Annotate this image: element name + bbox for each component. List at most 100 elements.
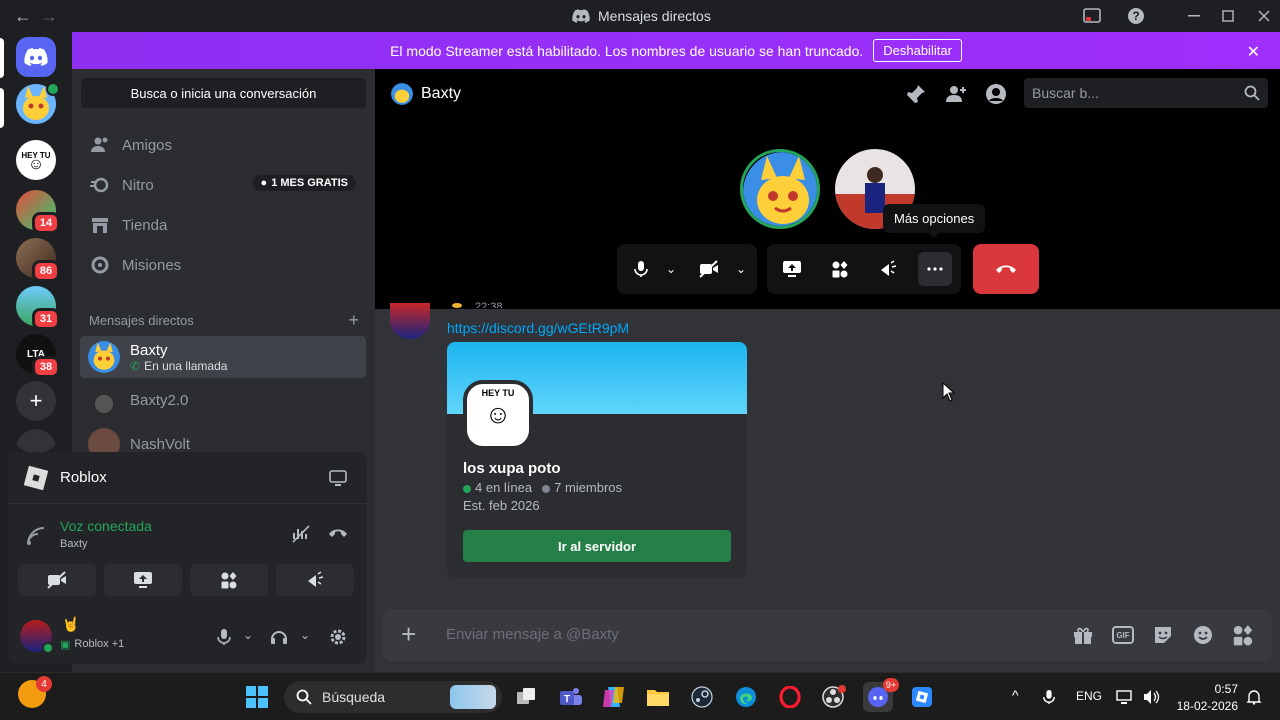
opera-app[interactable] [775, 682, 805, 712]
soundboard-button[interactable] [876, 257, 900, 281]
maximize-icon[interactable] [1214, 4, 1242, 28]
sticker-icon[interactable] [1152, 624, 1174, 646]
pin-icon[interactable] [905, 83, 927, 105]
user-profile-icon[interactable] [985, 83, 1007, 105]
explore-button[interactable] [16, 429, 56, 453]
server-hey-tu[interactable]: HEY TU ☺ [16, 140, 56, 180]
activities-icon [221, 572, 237, 589]
obs-icon [822, 685, 846, 708]
noise-suppression-icon [292, 525, 310, 543]
user-activity-text: Roblox +1 [74, 638, 125, 650]
nav-shop[interactable]: Tienda [80, 205, 366, 245]
close-banner-icon[interactable]: ✕ [1247, 42, 1260, 62]
home-button[interactable] [16, 37, 56, 77]
avatar [88, 384, 120, 416]
create-dm-icon[interactable]: + [348, 310, 359, 331]
shop-icon [92, 218, 108, 233]
soundboard-icon [881, 260, 897, 276]
teams-app[interactable]: T [556, 682, 586, 712]
weather-widget[interactable]: 4 [18, 676, 52, 708]
window-title: Mensajes directos [572, 8, 711, 24]
server-2[interactable]: 14 [16, 190, 60, 234]
avatar[interactable] [390, 303, 430, 339]
roblox-studio-app[interactable] [907, 682, 937, 712]
tray-overflow-chevron-icon[interactable]: ^ [1012, 687, 1019, 703]
forward-arrow-icon[interactable]: → [40, 6, 58, 27]
mic-camera-controls: ⌄ ⌄ [617, 244, 757, 294]
server-lta[interactable]: LTA 38 [16, 334, 60, 378]
user-activity: ▣ Roblox +1 [60, 638, 124, 651]
go-to-server-button[interactable]: Ir al servidor [463, 530, 731, 562]
dm-item-baxty2[interactable]: Baxty2.0 [80, 379, 366, 421]
microphone-button[interactable] [629, 257, 653, 281]
server-3[interactable]: 86 [16, 238, 60, 282]
more-options-button[interactable] [918, 252, 952, 286]
nitro-icon [90, 177, 109, 193]
start-button[interactable] [242, 682, 272, 712]
nav-friends[interactable]: Amigos [80, 125, 366, 165]
dm-status: ✆ En una llamada [130, 359, 227, 373]
server-icon: HEY TU ☺ [463, 380, 533, 450]
invite-server-name: los xupa poto [463, 460, 561, 477]
unread-badge: 31 [32, 308, 60, 330]
close-window-icon[interactable] [1250, 4, 1278, 28]
network-icon[interactable] [1116, 689, 1132, 705]
call-participant-baxty[interactable] [740, 149, 820, 229]
gamepad-icon: ▣ [60, 639, 71, 651]
taskbar-search[interactable]: Búsqueda [284, 681, 502, 713]
gif-button[interactable]: GIF [1112, 626, 1134, 644]
avatar[interactable] [20, 620, 54, 654]
discord-app[interactable]: 9+ [863, 678, 899, 712]
file-explorer-app[interactable] [643, 682, 673, 712]
dm-search-button[interactable]: Busca o inicia una conversación [81, 78, 366, 108]
hang-up-button[interactable] [973, 244, 1039, 294]
dm-section-header: Mensajes directos + [89, 310, 359, 331]
volume-icon[interactable] [1142, 688, 1160, 706]
server-icon-label: HEY TU [481, 388, 515, 398]
minimize-icon[interactable] [1180, 4, 1208, 28]
message-input[interactable]: Enviar mensaje a @Baxty [446, 626, 619, 643]
activities-button[interactable] [828, 257, 852, 281]
microphone-tray-icon[interactable] [1042, 688, 1056, 706]
inbox-icon[interactable] [1078, 4, 1106, 28]
camera-options-chevron-icon[interactable]: ⌄ [729, 257, 753, 281]
soundboard-button[interactable] [276, 564, 354, 596]
chat-search-input[interactable]: Buscar b... [1024, 78, 1268, 108]
gift-icon[interactable] [1072, 624, 1094, 646]
disable-streamer-button[interactable]: Deshabilitar [873, 39, 962, 62]
share-screen-button[interactable] [780, 257, 804, 281]
voice-status[interactable]: Voz conectada [60, 518, 152, 534]
copilot-app[interactable] [599, 682, 629, 712]
invite-link[interactable]: https://discord.gg/wGEtR9pM [447, 320, 629, 336]
notifications-icon[interactable] [1246, 689, 1262, 705]
camera-off-button[interactable] [18, 564, 96, 596]
nav-quests[interactable]: Misiones [80, 245, 366, 285]
dm-item-baxty[interactable]: Baxty ✆ En una llamada [80, 336, 366, 378]
hang-up-icon [996, 265, 1016, 273]
obs-app[interactable] [819, 682, 849, 712]
nav-nitro-label: Nitro [122, 176, 154, 194]
activities-button[interactable] [190, 564, 268, 596]
emoji-icon[interactable] [1192, 624, 1214, 646]
app-launcher-icon[interactable] [1232, 624, 1254, 646]
language-indicator[interactable]: ENG [1076, 689, 1102, 703]
upload-plus-icon[interactable]: + [401, 621, 416, 647]
task-view-icon [517, 688, 535, 704]
nav-nitro[interactable]: Nitro ● 1 MES GRATIS [80, 165, 366, 205]
edge-app[interactable] [731, 682, 761, 712]
share-screen-button[interactable] [104, 564, 182, 596]
mic-options-chevron-icon[interactable]: ⌄ [243, 628, 253, 642]
headphone-options-chevron-icon[interactable]: ⌄ [300, 628, 310, 642]
dm-baxty-call-avatar[interactable] [16, 82, 60, 124]
mic-options-chevron-icon[interactable]: ⌄ [659, 257, 683, 281]
system-clock[interactable]: 0:57 18-02-2026 [1177, 681, 1238, 715]
back-arrow-icon[interactable]: ← [14, 6, 32, 27]
camera-button[interactable] [697, 257, 721, 281]
server-4[interactable]: 31 [16, 286, 60, 330]
add-friends-to-dm-icon[interactable] [945, 83, 967, 105]
steam-app[interactable] [687, 682, 717, 712]
discord-badge: 9+ [883, 678, 899, 692]
task-view-button[interactable] [512, 682, 542, 712]
help-icon[interactable]: ? [1122, 4, 1150, 28]
add-server-button[interactable]: + [16, 381, 56, 421]
